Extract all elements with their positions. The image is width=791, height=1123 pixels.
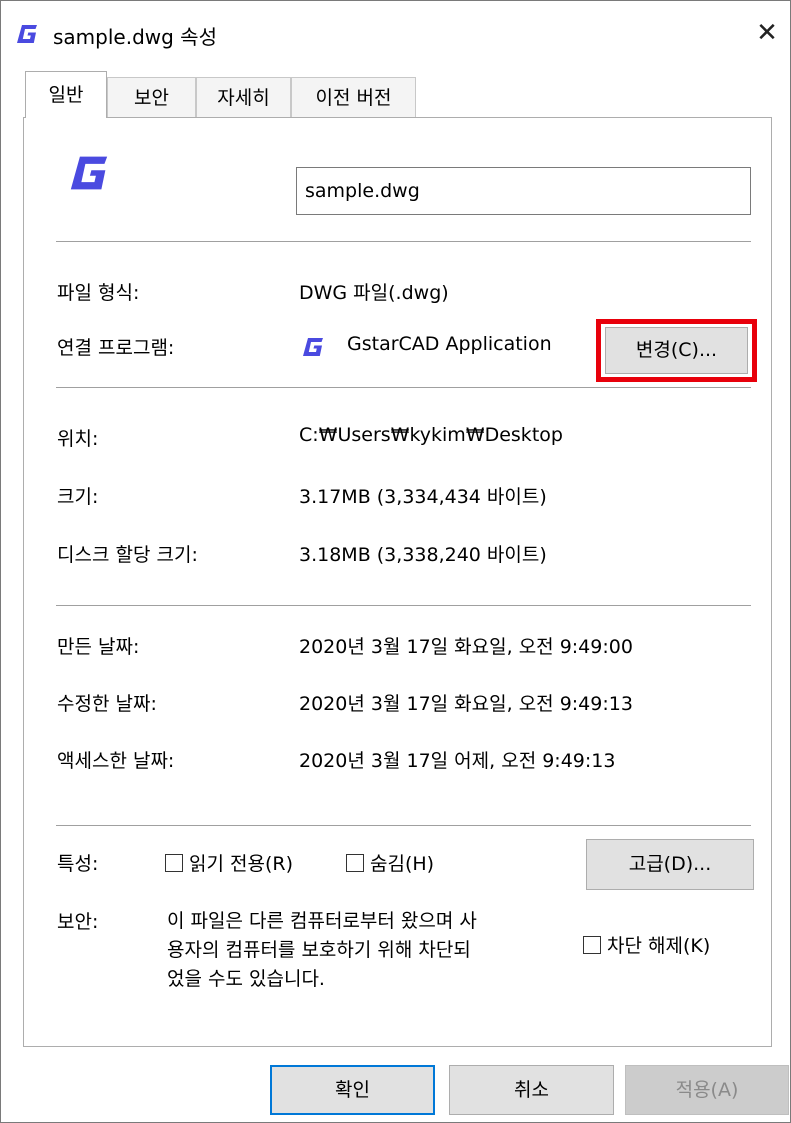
hidden-checkbox[interactable]: 숨김(H) [346, 849, 434, 876]
checkbox-box[interactable] [165, 853, 183, 872]
tab-previous-versions[interactable]: 이전 버전 [291, 77, 416, 117]
location-value: C:₩Users₩kykim₩Desktop [299, 424, 563, 446]
unblock-label: 차단 해제(K) [607, 935, 711, 957]
cancel-button[interactable]: 취소 [449, 1065, 614, 1115]
close-icon: ✕ [756, 18, 778, 48]
advanced-button[interactable]: 고급(D)... [586, 839, 754, 890]
modified-label: 수정한 날짜: [57, 693, 157, 715]
tab-general[interactable]: 일반 [25, 71, 107, 118]
created-value: 2020년 3월 17일 화요일, 오전 9:49:00 [299, 636, 633, 658]
properties-dialog: sample.dwg 속성 ✕ 일반 보안 자세히 이전 버전 파일 형식: D… [0, 0, 791, 1123]
unblock-checkbox[interactable]: 차단 해제(K) [583, 931, 710, 958]
created-label: 만든 날짜: [57, 636, 140, 658]
separator [56, 241, 751, 242]
checkbox-box[interactable] [346, 853, 364, 872]
gstarcad-icon [70, 156, 108, 190]
checkbox-box[interactable] [583, 935, 601, 954]
gstarcad-icon [303, 338, 323, 356]
change-button[interactable]: 변경(C)... [605, 327, 748, 374]
modified-value: 2020년 3월 17일 화요일, 오전 9:49:13 [299, 693, 633, 715]
gstarcad-icon [17, 25, 37, 43]
filename-input[interactable] [296, 167, 751, 215]
readonly-checkbox[interactable]: 읽기 전용(R) [165, 849, 293, 876]
location-label: 위치: [57, 428, 99, 450]
window-title: sample.dwg 속성 [53, 25, 217, 49]
tab-details[interactable]: 자세히 [196, 77, 291, 117]
opens-with-value: GstarCAD Application [347, 333, 552, 355]
accessed-value: 2020년 3월 17일 어제, 오전 9:49:13 [299, 750, 616, 772]
size-label: 크기: [57, 486, 99, 508]
file-type-value: DWG 파일(.dwg) [299, 282, 449, 304]
opens-with-label: 연결 프로그램: [57, 337, 175, 359]
size-on-disk-value: 3.18MB (3,338,240 바이트) [299, 544, 547, 566]
attributes-label: 특성: [57, 853, 99, 875]
file-type-label: 파일 형식: [57, 282, 140, 304]
hidden-label: 숨김(H) [370, 853, 435, 875]
separator [56, 387, 751, 388]
accessed-label: 액세스한 날짜: [57, 750, 175, 772]
size-on-disk-label: 디스크 할당 크기: [57, 544, 198, 566]
readonly-label: 읽기 전용(R) [189, 853, 293, 875]
security-message: 이 파일은 다른 컴퓨터로부터 왔으며 사 용자의 컴퓨터를 보호하기 위해 차… [167, 910, 477, 990]
title-bar[interactable]: sample.dwg 속성 ✕ [1, 1, 790, 65]
apply-button[interactable]: 적용(A) [625, 1065, 789, 1115]
separator [56, 605, 751, 606]
separator [56, 825, 751, 826]
close-button[interactable]: ✕ [748, 15, 786, 51]
ok-button[interactable]: 확인 [270, 1065, 435, 1115]
tab-security[interactable]: 보안 [107, 77, 196, 117]
security-label: 보안: [57, 911, 99, 933]
size-value: 3.17MB (3,334,434 바이트) [299, 486, 547, 508]
